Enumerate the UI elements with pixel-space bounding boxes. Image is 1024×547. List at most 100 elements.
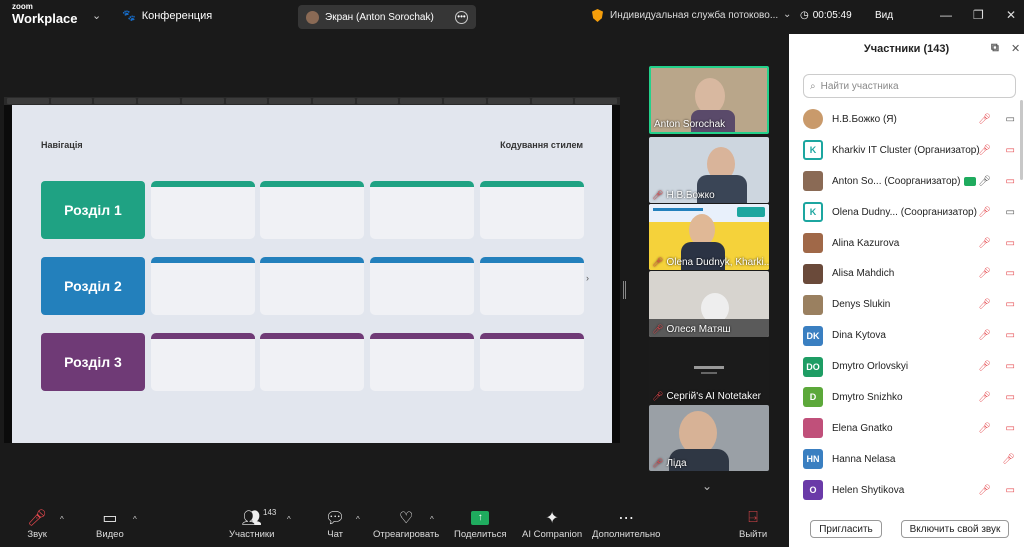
avatar: K	[803, 202, 823, 223]
mic-off-icon[interactable]: 🎤︎	[1002, 454, 1015, 465]
chevron-right-icon: ›	[586, 273, 589, 283]
mic-off-icon[interactable]: 🎤︎	[978, 423, 991, 434]
list-item[interactable]: DO Dmytro Orlovskyi 🎤︎ ▭	[803, 351, 1018, 382]
camera-off-icon[interactable]: ▭	[1006, 176, 1015, 187]
camera-off-icon[interactable]: ▭	[1006, 485, 1015, 496]
mic-off-icon[interactable]: 🎤︎	[978, 238, 991, 249]
camera-off-icon[interactable]: ▭	[1006, 392, 1015, 403]
list-item[interactable]: D Dmytro Snizhko 🎤︎ ▭	[803, 382, 1018, 413]
mic-off-icon[interactable]: 🎤︎	[978, 145, 991, 156]
pop-out-icon[interactable]: ⧉	[991, 42, 999, 55]
chevron-down-icon[interactable]: ⌄	[702, 479, 712, 493]
list-item[interactable]: HN Hanna Nelasa 🎤︎	[803, 444, 1018, 475]
video-tile[interactable]: 🎤︎ Н.В.Божко	[649, 137, 769, 203]
minimize-icon[interactable]: —	[940, 8, 952, 22]
chevron-up-icon[interactable]: ^	[133, 515, 137, 524]
camera-off-icon[interactable]: ▭	[1006, 330, 1015, 341]
close-icon[interactable]: ✕	[1006, 8, 1016, 22]
list-item[interactable]: Alisa Mahdich 🎤︎ ▭	[803, 258, 1018, 289]
mic-off-icon[interactable]: 🎤︎	[978, 114, 991, 125]
video-tile[interactable]: 🎤︎ Olena Dudnyk, Kharki...	[649, 204, 769, 270]
list-item[interactable]: K Olena Dudny... (Соорганизатор) 🎤︎ ▭	[803, 197, 1018, 228]
video-tile[interactable]: Anton Sorochak	[649, 66, 769, 134]
list-item[interactable]: Elena Gnatko 🎤︎ ▭	[803, 413, 1018, 444]
mic-off-icon[interactable]: 🎤︎	[978, 485, 991, 496]
search-placeholder: Найти участника	[820, 80, 899, 92]
camera-off-icon[interactable]: ▭	[1006, 299, 1015, 310]
tile-name: 🎤︎ Ліда	[652, 458, 687, 469]
leave-button[interactable]: ⍈ Выйти	[739, 507, 767, 540]
avatar: HN	[803, 449, 823, 470]
mic-off-icon: 🎤︎	[652, 324, 664, 334]
list-item[interactable]: Alina Kazurova 🎤︎ ▭	[803, 228, 1018, 259]
avatar: K	[803, 140, 823, 161]
mic-icon[interactable]: 🎤︎	[978, 176, 991, 187]
participant-list: Н.В.Божко (Я) 🎤︎ ▭ K Kharkiv IT Cluster …	[803, 104, 1018, 506]
shared-screen[interactable]: Навігація Кодування стилем Розділ 1 Розд…	[4, 97, 620, 443]
list-item[interactable]: Н.В.Божко (Я) 🎤︎ ▭	[803, 104, 1018, 135]
presentation-slide: Навігація Кодування стилем Розділ 1 Розд…	[12, 105, 612, 443]
more-icon[interactable]: •••	[455, 10, 468, 24]
shield-icon[interactable]	[592, 9, 603, 22]
camera-off-icon[interactable]: ▭	[1006, 423, 1015, 434]
close-icon[interactable]: ✕	[1011, 42, 1020, 55]
section-card	[260, 333, 364, 391]
camera-off-icon[interactable]: ▭	[1006, 268, 1015, 279]
clock-icon: ◷	[800, 10, 809, 21]
section-label-1: Розділ 1	[41, 181, 145, 239]
camera-icon[interactable]: ▭	[1006, 114, 1015, 125]
tile-name: 🎤︎ Олеся Матяш	[652, 324, 731, 335]
mic-off-icon[interactable]: 🎤︎	[978, 207, 991, 218]
more-button[interactable]: ⋯ Дополнительно	[592, 507, 660, 540]
list-item[interactable]: DK Dina Kytova 🎤︎ ▭	[803, 320, 1018, 351]
camera-off-icon[interactable]: ▭	[1006, 361, 1015, 372]
ai-companion-button[interactable]: ✦ AI Companion	[522, 507, 582, 540]
camera-icon[interactable]: ▭	[1006, 207, 1015, 218]
mic-off-icon[interactable]: 🎤︎	[978, 299, 991, 310]
mic-off-icon: 🎤︎	[27, 510, 48, 527]
exit-icon: ⍈	[748, 509, 758, 526]
screen-share-pill[interactable]: Экран (Anton Sorochak) •••	[298, 5, 476, 29]
presenter-avatar-icon	[306, 10, 319, 24]
mic-off-icon: 🎤︎	[652, 458, 664, 468]
camera-off-icon[interactable]: ▭	[1006, 238, 1015, 249]
avatar	[803, 171, 823, 192]
audio-button[interactable]: 🎤︎ Звук	[27, 507, 47, 540]
chat-button[interactable]: 💬︎ Чат	[325, 507, 345, 540]
resize-handle[interactable]	[623, 281, 626, 299]
restore-icon[interactable]: ❐	[973, 8, 984, 22]
video-button[interactable]: ▭ Видео	[96, 507, 124, 540]
invite-button[interactable]: Пригласить	[810, 520, 882, 538]
chevron-down-icon[interactable]: ⌄	[783, 9, 791, 20]
camera-icon: ▭	[102, 510, 118, 527]
mic-off-icon[interactable]: 🎤︎	[978, 268, 991, 279]
video-label: Видео	[96, 529, 124, 540]
mic-off-icon[interactable]: 🎤︎	[978, 330, 991, 341]
tile-name: 🎤︎ Н.В.Божко	[652, 190, 715, 201]
list-item[interactable]: Denys Slukin 🎤︎ ▭	[803, 289, 1018, 320]
streaming-service-text[interactable]: Индивидуальная служба потоково...	[610, 10, 788, 21]
share-button[interactable]: ↑ Поделиться	[454, 507, 506, 540]
mic-off-icon[interactable]: 🎤︎	[978, 361, 991, 372]
video-tile[interactable]: 🎤︎ Сергій's AI Notetaker	[649, 338, 769, 404]
video-tile[interactable]: 🎤︎ Ліда	[649, 405, 769, 471]
unmute-self-button[interactable]: Включить свой звук	[901, 520, 1009, 538]
chevron-up-icon[interactable]: ^	[430, 515, 434, 524]
mic-off-icon[interactable]: 🎤︎	[978, 392, 991, 403]
chevron-up-icon[interactable]: ^	[287, 515, 291, 524]
section-label-2: Розділ 2	[41, 257, 145, 315]
video-tile[interactable]: 🎤︎ Олеся Матяш	[649, 271, 769, 337]
camera-off-icon[interactable]: ▭	[1006, 145, 1015, 156]
list-item[interactable]: O Helen Shytikova 🎤︎ ▭	[803, 475, 1018, 506]
participant-search-input[interactable]: ⌕ Найти участника	[803, 74, 1016, 98]
list-item[interactable]: Anton So... (Соорганизатор) 🎤︎ ▭	[803, 166, 1018, 197]
chevron-up-icon[interactable]: ^	[60, 515, 64, 524]
meeting-label: Конференция	[141, 9, 213, 22]
chevron-down-icon[interactable]: ⌄	[92, 9, 101, 22]
view-button[interactable]: Вид	[875, 10, 893, 21]
meeting-info-button[interactable]: 🐾 Конференция	[122, 9, 213, 23]
scrollbar[interactable]	[1020, 100, 1023, 180]
list-item[interactable]: K Kharkiv IT Cluster (Организатор) 🎤︎ ▭	[803, 135, 1018, 166]
section-card	[480, 181, 584, 239]
chevron-up-icon[interactable]: ^	[356, 515, 360, 524]
